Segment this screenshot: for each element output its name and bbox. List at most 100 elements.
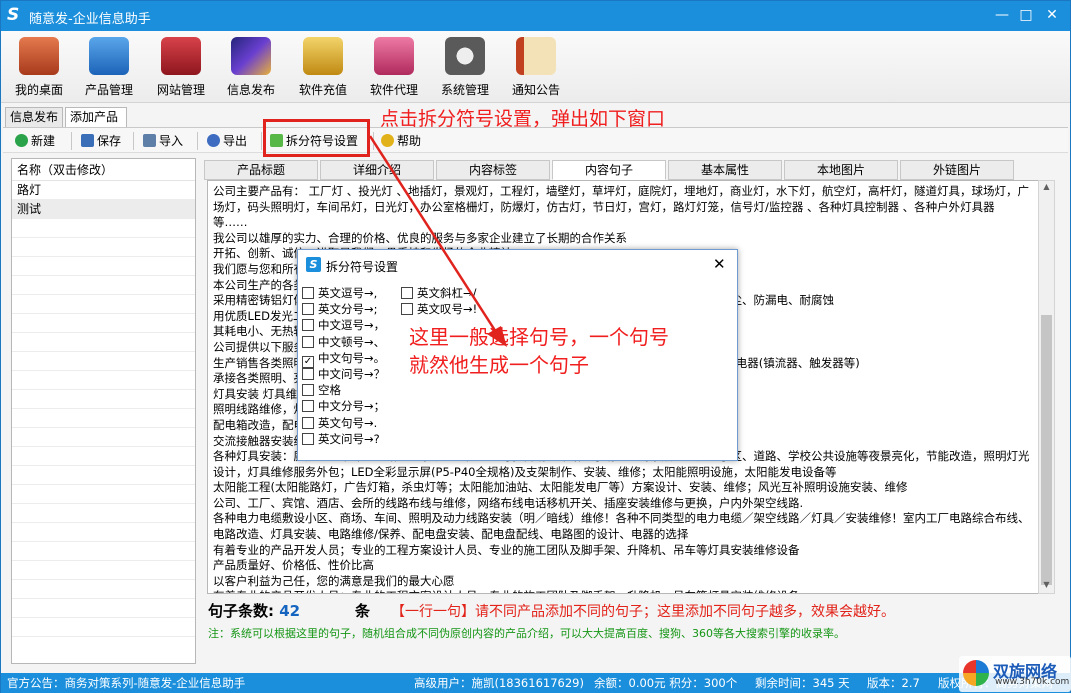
list-item-empty: [12, 295, 195, 314]
checkbox[interactable]: [302, 303, 314, 316]
toolbar-sites[interactable]: 网站管理: [146, 37, 216, 99]
export-label: 导出: [223, 134, 248, 148]
tab-add-product[interactable]: 添加产品: [65, 107, 127, 127]
help-label: 帮助: [397, 134, 422, 148]
watermark-logo-icon: [963, 660, 989, 686]
tab-content-tags[interactable]: 内容标签: [436, 160, 550, 180]
list-item-empty: [12, 257, 195, 276]
product-list: 名称（双击修改） 路灯 测试: [11, 158, 196, 664]
list-item-empty: [12, 238, 195, 257]
list-item[interactable]: 测试: [12, 200, 195, 219]
list-item-empty: [12, 428, 195, 447]
checkbox[interactable]: [401, 303, 413, 316]
list-item-empty: [12, 276, 195, 295]
list-item[interactable]: 路灯: [12, 181, 195, 200]
status-version: 版本：2.7: [867, 676, 920, 690]
divider: [373, 132, 374, 150]
toolbar-notice[interactable]: 通知公告: [501, 37, 571, 99]
gear-icon: [445, 37, 485, 75]
scroll-down-icon[interactable]: ▼: [1039, 580, 1054, 589]
count-unit: 条: [355, 602, 371, 620]
toolbar-label: 信息发布: [226, 83, 275, 97]
split-option[interactable]: 英文问号→?: [302, 431, 380, 447]
list-item-empty: [12, 219, 195, 238]
list-item-empty: [12, 314, 195, 333]
checkbox[interactable]: [302, 432, 314, 445]
checkbox[interactable]: [302, 368, 314, 380]
dialog-title-bar: S 拆分符号设置 ✕: [298, 250, 737, 280]
annotation-top: 点击拆分符号设置，弹出如下窗口: [380, 108, 666, 130]
list-item-empty: [12, 409, 195, 428]
checkbox[interactable]: [302, 384, 314, 397]
watermark: 双旋网络 www.3h70k.com: [959, 656, 1071, 692]
split-option[interactable]: 中文顿号→、: [302, 334, 385, 350]
split-option[interactable]: 中文问号→？: [302, 366, 385, 382]
floppy-icon: [81, 134, 94, 147]
tab-details[interactable]: 详细介绍: [320, 160, 434, 180]
cloud-icon: [89, 37, 129, 75]
help-button[interactable]: 帮助: [381, 131, 421, 151]
notebook-icon: [516, 37, 556, 75]
dialog-close-button[interactable]: ✕: [713, 255, 726, 273]
import-button[interactable]: 导入: [143, 131, 183, 151]
folder-icon: [143, 134, 156, 147]
split-option[interactable]: 中文分号→；: [302, 398, 385, 414]
checkbox[interactable]: [302, 287, 314, 299]
list-item-empty: [12, 523, 195, 542]
toolbar-label: 软件代理: [369, 83, 418, 97]
tab-basic-attributes[interactable]: 基本属性: [668, 160, 782, 180]
checkbox[interactable]: [302, 319, 314, 332]
magic-wand-icon: [231, 37, 271, 75]
import-label: 导入: [159, 134, 184, 148]
sentence-count: 句子条数: 42 条: [208, 600, 370, 621]
export-button[interactable]: 导出: [207, 131, 247, 151]
scroll-thumb[interactable]: [1041, 315, 1052, 585]
list-item-empty: [12, 390, 195, 409]
vertical-scrollbar[interactable]: ▲ ▼: [1038, 180, 1055, 594]
toolbar-recharge[interactable]: 软件充值: [288, 37, 358, 99]
tab-external-images[interactable]: 外链图片: [900, 160, 1014, 180]
list-item-empty: [12, 504, 195, 523]
list-item-empty: [12, 542, 195, 561]
toolbar-system[interactable]: 系统管理: [430, 37, 500, 99]
status-remaining: 剩余时间：345 天: [755, 676, 850, 690]
checkbox[interactable]: [302, 335, 314, 348]
checkbox[interactable]: [401, 287, 413, 299]
list-item-empty: [12, 561, 195, 580]
tab-content-sentences[interactable]: 内容句子: [552, 160, 666, 180]
close-button[interactable]: ✕: [1041, 5, 1063, 25]
gift-icon: [374, 37, 414, 75]
split-option[interactable]: 英文斜杠→/: [401, 285, 477, 301]
status-notice: 官方公告：商务对策系列-随意发-企业信息助手: [7, 676, 246, 690]
list-item-empty: [12, 580, 195, 599]
status-user: 高级用户：施凯(18361617629): [414, 676, 584, 690]
divider: [133, 132, 134, 150]
checkbox[interactable]: [302, 400, 314, 413]
new-button[interactable]: 新建: [15, 131, 55, 151]
toolbar-agent[interactable]: 软件代理: [359, 37, 429, 99]
split-option[interactable]: 中文逗号→，: [302, 317, 385, 333]
tab-product-title[interactable]: 产品标题: [204, 160, 318, 180]
split-option[interactable]: 英文叹号→!: [401, 301, 477, 317]
save-button[interactable]: 保存: [81, 131, 121, 151]
arrow-right-icon: [207, 134, 220, 147]
annotation-dialog: 这里一般选择句号，一个句号 就然他生成一个句子: [409, 325, 669, 377]
minimize-button[interactable]: —: [991, 5, 1013, 25]
toolbar-desktop[interactable]: 我的桌面: [4, 37, 74, 99]
title-bar: S 随意发-企业信息助手 — □ ✕: [1, 1, 1070, 31]
scroll-up-icon[interactable]: ▲: [1039, 182, 1054, 191]
split-option[interactable]: 英文句号→.: [302, 415, 377, 431]
split-option[interactable]: 英文逗号→,: [302, 285, 377, 301]
toolbar-products[interactable]: 产品管理: [74, 37, 144, 99]
maximize-button[interactable]: □: [1015, 5, 1037, 25]
split-option[interactable]: 空格: [302, 382, 341, 398]
list-item-empty: [12, 466, 195, 485]
building-icon: [161, 37, 201, 75]
tab-publish[interactable]: 信息发布: [5, 107, 63, 127]
tab-local-images[interactable]: 本地图片: [784, 160, 898, 180]
toolbar-publish[interactable]: 信息发布: [216, 37, 286, 99]
split-option[interactable]: ✓ 中文句号→。: [302, 350, 385, 368]
checkbox[interactable]: [302, 416, 314, 429]
split-option[interactable]: 英文分号→;: [302, 301, 378, 317]
list-item-empty: [12, 599, 195, 618]
